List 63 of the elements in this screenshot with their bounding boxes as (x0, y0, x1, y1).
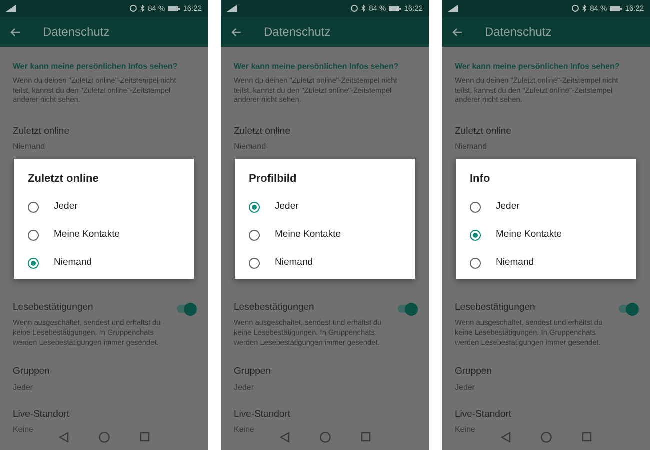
section-heading: Wer kann meine persönlichen Infos sehen? (455, 61, 621, 73)
option-label: Meine Kontakte (496, 228, 562, 242)
radio-button[interactable] (470, 202, 481, 213)
signal-icon (6, 5, 16, 12)
setting-label: Lesebestätigungen (234, 301, 316, 316)
setting-label: Live-Standort (13, 408, 71, 422)
back-arrow-icon[interactable] (452, 28, 463, 36)
back-triangle-icon[interactable] (280, 432, 290, 442)
screen-title: Datenschutz (43, 24, 110, 41)
dialog-title: Info (470, 172, 492, 187)
option-label: Niemand (54, 256, 92, 270)
option-label: Jeder (275, 200, 299, 214)
setting-label: Gruppen (13, 365, 51, 380)
section-heading: Wer kann meine persönlichen Infos sehen? (13, 61, 179, 73)
setting-label: Zuletzt online (13, 124, 71, 139)
home-circle-icon[interactable] (540, 432, 552, 442)
setting-label: Zuletzt online (455, 124, 513, 139)
screen-title: Datenschutz (485, 24, 552, 41)
bluetooth-icon (361, 5, 366, 12)
home-circle-icon[interactable] (98, 432, 110, 442)
option-label: Niemand (496, 256, 534, 270)
option-label: Jeder (496, 200, 520, 214)
option-label: Niemand (275, 256, 314, 270)
setting-label: Live-Standort (455, 408, 513, 422)
setting-label: Lesebestätigungen (455, 301, 536, 316)
setting-label: Gruppen (455, 365, 493, 380)
radio-button[interactable] (249, 258, 260, 269)
radio-button[interactable] (470, 258, 481, 269)
home-circle-icon[interactable] (320, 432, 330, 442)
radio-button[interactable] (470, 230, 481, 241)
dialog-title: Zuletzt online (28, 172, 100, 187)
radio-button[interactable] (249, 202, 260, 213)
setting-label: Zuletzt online (234, 124, 292, 139)
battery-icon (168, 6, 180, 12)
setting-label: Live-Standort (234, 408, 292, 422)
option-label: Meine Kontakte (275, 228, 342, 242)
toggle-switch[interactable] (177, 305, 195, 314)
recents-square-icon[interactable] (360, 432, 370, 442)
back-triangle-icon[interactable] (58, 432, 68, 442)
recents-square-icon[interactable] (140, 432, 150, 442)
bluetooth-icon (582, 5, 588, 12)
radio-button[interactable] (28, 202, 39, 213)
bluetooth-icon (140, 5, 146, 12)
radio-button[interactable] (28, 230, 39, 241)
signal-icon (448, 5, 458, 12)
toggle-switch[interactable] (398, 305, 416, 314)
radio-button[interactable] (249, 230, 260, 241)
toggle-switch[interactable] (619, 305, 637, 314)
back-arrow-icon[interactable] (231, 28, 242, 36)
option-label: Meine Kontakte (54, 228, 120, 242)
option-label: Jeder (54, 200, 78, 214)
recents-square-icon[interactable] (582, 432, 592, 442)
back-arrow-icon[interactable] (10, 28, 21, 36)
dialog-title: Profilbild (249, 172, 298, 187)
section-heading: Wer kann meine persönlichen Infos sehen? (234, 61, 400, 73)
battery-icon (610, 6, 622, 12)
setting-label: Lesebestätigungen (13, 301, 94, 316)
setting-label: Gruppen (234, 365, 272, 380)
back-triangle-icon[interactable] (500, 432, 510, 442)
battery-icon (389, 6, 402, 12)
radio-button[interactable] (28, 258, 39, 269)
signal-icon (227, 5, 237, 12)
screen-title: Datenschutz (264, 24, 331, 41)
